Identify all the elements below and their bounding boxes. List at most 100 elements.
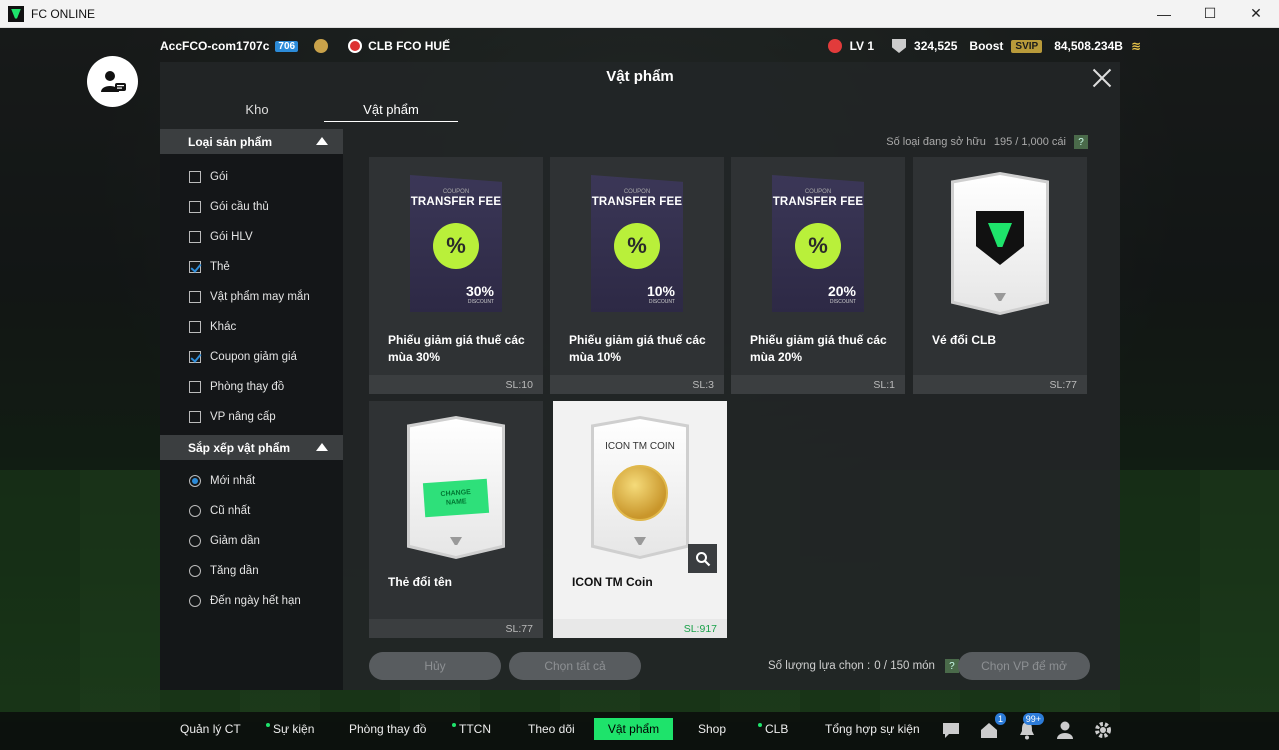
- item-card[interactable]: Vé đổi CLB SL:77: [913, 157, 1087, 394]
- sort-option[interactable]: Tăng dần: [160, 556, 343, 586]
- new-dot-icon: [266, 723, 270, 727]
- home-button[interactable]: 1: [978, 713, 1006, 741]
- sort-option[interactable]: Mới nhất: [160, 466, 343, 496]
- help-icon[interactable]: ?: [944, 659, 959, 673]
- profile-avatar-button[interactable]: [87, 56, 138, 107]
- filter-item[interactable]: Gói cầu thủ: [160, 192, 343, 222]
- checkbox[interactable]: [189, 411, 201, 423]
- sort-option[interactable]: Đến ngày hết hạn: [160, 586, 343, 616]
- change-name-tag: CHANGE NAME: [422, 478, 490, 518]
- sort-option[interactable]: Giảm dần: [160, 526, 343, 556]
- item-card[interactable]: COUPON TRANSFER FEE % 10% DISCOUNT Phiếu…: [550, 157, 724, 394]
- sort-list: Mới nhất Cũ nhất Giảm dần Tăng dần Đến n…: [160, 460, 343, 616]
- minimize-button[interactable]: —: [1141, 0, 1187, 28]
- checkbox-checked[interactable]: [189, 351, 201, 363]
- select-all-button[interactable]: Chọn tất cả: [509, 652, 641, 680]
- cancel-button[interactable]: Hủy: [369, 652, 501, 680]
- item-qty: SL:917: [683, 623, 717, 635]
- nav-label: Sự kiện: [273, 722, 315, 736]
- filter-label: Gói cầu thủ: [210, 201, 269, 213]
- sort-label: Giảm dần: [210, 535, 260, 547]
- maximize-button[interactable]: ☐: [1187, 0, 1233, 28]
- radio[interactable]: [189, 505, 201, 517]
- item-thumbnail: COUPON TRANSFER FEE % 10% DISCOUNT: [550, 157, 724, 317]
- nav-item-club[interactable]: CLB: [758, 722, 788, 736]
- checkbox[interactable]: [189, 201, 201, 213]
- profile-button[interactable]: [1054, 719, 1076, 741]
- coupon-percent: 20%: [827, 283, 856, 299]
- shield-icon: [892, 39, 907, 53]
- nav-item-events[interactable]: Sự kiện: [266, 722, 314, 736]
- item-name: Phiếu giảm giá thuế các mùa 30%: [388, 333, 525, 364]
- nav-label: TTCN: [459, 722, 491, 736]
- filter-item[interactable]: Vật phẩm may mắn: [160, 282, 343, 312]
- collapse-triangle-icon: [316, 137, 328, 145]
- sort-header[interactable]: Sắp xếp vật phẩm: [160, 435, 343, 460]
- sort-label: Cũ nhất: [210, 505, 251, 517]
- close-modal-button[interactable]: [1090, 66, 1114, 90]
- checkbox[interactable]: [189, 231, 201, 243]
- item-card[interactable]: COUPON TRANSFER FEE % 20% DISCOUNT Phiếu…: [731, 157, 905, 394]
- window-titlebar: FC ONLINE — ☐ ✕: [0, 0, 1279, 28]
- nav-item-shop[interactable]: Shop: [698, 722, 726, 736]
- tab-inventory[interactable]: Kho: [190, 102, 324, 122]
- filter-item[interactable]: Coupon giảm giá: [160, 342, 343, 372]
- club-shield-icon: [976, 211, 1024, 265]
- nav-item-items[interactable]: Vật phẩm: [594, 718, 673, 740]
- home-badge: 1: [994, 713, 1006, 725]
- item-card-selected[interactable]: ICON TM COIN ICON TM Coin SL:917: [553, 401, 727, 638]
- nav-item-event-summary[interactable]: Tổng hợp sự kiện: [825, 722, 920, 736]
- nav-label: CLB: [765, 722, 789, 736]
- help-icon[interactable]: ?: [1074, 135, 1088, 149]
- level-icon: [827, 39, 842, 53]
- filter-item[interactable]: Thẻ: [160, 252, 343, 282]
- filter-item[interactable]: Gói HLV: [160, 222, 343, 252]
- modal-title: Vật phẩm: [606, 68, 674, 85]
- coupon-subtitle: COUPON: [623, 189, 651, 195]
- radio[interactable]: [189, 595, 201, 607]
- zoom-button[interactable]: [688, 544, 717, 573]
- ovr-badge: 706: [275, 40, 299, 52]
- chat-icon: [943, 723, 959, 738]
- coupon-card: COUPON TRANSFER FEE % 10% DISCOUNT: [591, 175, 683, 312]
- owned-count: Số loại đang sở hữu 195 / 1,000 cái ?: [886, 135, 1088, 149]
- checkbox[interactable]: [189, 171, 201, 183]
- product-type-header[interactable]: Loại sản phẩm: [160, 129, 343, 154]
- tab-items[interactable]: Vật phẩm: [324, 102, 458, 122]
- filter-label: Gói: [210, 171, 228, 183]
- sort-option[interactable]: Cũ nhất: [160, 496, 343, 526]
- radio[interactable]: [189, 565, 201, 577]
- filter-item[interactable]: Phòng thay đồ: [160, 372, 343, 402]
- notification-badge: 99+: [1022, 713, 1044, 725]
- settings-button[interactable]: [1092, 719, 1114, 741]
- filter-item[interactable]: VP nâng cấp: [160, 402, 343, 432]
- open-items-button[interactable]: Chọn VP để mở: [958, 652, 1090, 680]
- checkbox-checked[interactable]: [189, 261, 201, 273]
- item-thumbnail: COUPON TRANSFER FEE % 30% DISCOUNT: [369, 157, 543, 317]
- coin-icon: ≋: [1130, 39, 1141, 53]
- nav-item-follow[interactable]: Theo dõi: [528, 722, 575, 736]
- item-card[interactable]: CHANGE NAME Thẻ đổi tên SL:77: [369, 401, 543, 638]
- selection-value: 0 / 150 món: [874, 660, 935, 672]
- level: LV 1: [849, 39, 875, 53]
- checkbox[interactable]: [189, 381, 201, 393]
- nav-item-manage[interactable]: Quản lý CT: [180, 722, 241, 736]
- percent-seal-icon: %: [433, 223, 479, 269]
- coupon-subtitle: COUPON: [804, 189, 832, 195]
- filter-item[interactable]: Gói: [160, 162, 343, 192]
- notification-button[interactable]: 99+: [1016, 713, 1044, 741]
- nav-item-ttcn[interactable]: TTCN: [452, 722, 491, 736]
- radio[interactable]: [189, 535, 201, 547]
- checkbox[interactable]: [189, 321, 201, 333]
- filter-label: Vật phẩm may mắn: [210, 291, 310, 303]
- nav-item-locker[interactable]: Phòng thay đồ: [349, 722, 426, 736]
- club-name: CLB FCO HUẾ: [368, 39, 451, 53]
- item-thumbnail: ICON TM COIN: [553, 401, 727, 573]
- chat-button[interactable]: [940, 719, 962, 741]
- checkbox[interactable]: [189, 291, 201, 303]
- close-window-button[interactable]: ✕: [1233, 0, 1279, 28]
- filter-item[interactable]: Khác: [160, 312, 343, 342]
- radio-selected[interactable]: [189, 475, 201, 487]
- club-icon: [348, 39, 363, 53]
- item-card[interactable]: COUPON TRANSFER FEE % 30% DISCOUNT Phiếu…: [369, 157, 543, 394]
